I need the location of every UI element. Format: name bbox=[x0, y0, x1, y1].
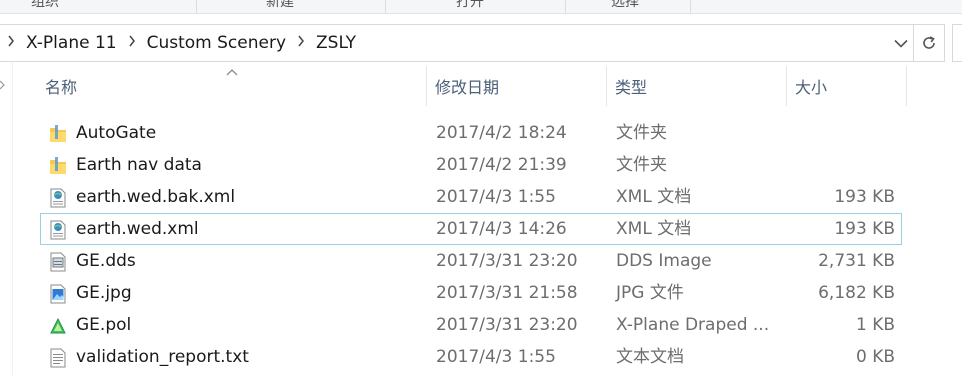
file-type: JPG 文件 bbox=[616, 283, 684, 303]
file-row[interactable]: earth.wed.bak.xml 2017/4/3 1:55 XML 文档 1… bbox=[40, 181, 902, 213]
file-name: GE.pol bbox=[76, 315, 132, 335]
breadcrumb-xplane[interactable]: X-Plane 11 bbox=[22, 33, 121, 53]
column-header-size[interactable]: 大小 bbox=[786, 66, 906, 108]
breadcrumb-zsly[interactable]: ZSLY bbox=[312, 33, 360, 53]
column-header-modified[interactable]: 修改日期 bbox=[426, 66, 606, 108]
file-row-selected[interactable]: earth.wed.xml 2017/4/3 14:26 XML 文档 193 … bbox=[40, 213, 902, 245]
column-header-name[interactable]: 名称 bbox=[36, 66, 426, 108]
jpg-image-icon bbox=[50, 284, 66, 304]
file-size: 1 KB bbox=[855, 315, 895, 335]
file-modified: 2017/4/3 14:26 bbox=[436, 219, 567, 239]
ribbon-group-organize: 组织 bbox=[31, 0, 59, 10]
file-name: AutoGate bbox=[76, 123, 157, 143]
chevron-right-icon[interactable] bbox=[0, 80, 6, 90]
ribbon-separator bbox=[690, 0, 691, 13]
file-name: validation_report.txt bbox=[76, 347, 249, 367]
file-row[interactable]: validation_report.txt 2017/4/3 1:55 文本文档… bbox=[40, 341, 902, 373]
file-row[interactable]: AutoGate 2017/4/2 18:24 文件夹 bbox=[40, 117, 902, 149]
file-name: Earth nav data bbox=[76, 155, 202, 175]
file-modified: 2017/4/2 21:39 bbox=[436, 155, 567, 175]
chevron-down-icon bbox=[894, 39, 908, 48]
file-modified: 2017/4/2 18:24 bbox=[436, 123, 567, 143]
ribbon-separator bbox=[196, 0, 197, 13]
address-history-dropdown[interactable] bbox=[889, 25, 913, 61]
navigation-pane[interactable] bbox=[0, 62, 13, 375]
file-modified: 2017/4/3 1:55 bbox=[436, 187, 556, 207]
file-row[interactable]: Earth nav data 2017/4/2 21:39 文件夹 bbox=[40, 149, 902, 181]
file-row[interactable]: GE.jpg 2017/3/31 21:58 JPG 文件 6,182 KB bbox=[40, 277, 902, 309]
file-row[interactable]: GE.dds 2017/3/31 23:20 DDS Image 2,731 K… bbox=[40, 245, 902, 277]
chevron-right-icon[interactable] bbox=[0, 35, 22, 51]
ribbon-group-select: 选择 bbox=[611, 0, 639, 10]
chevron-right-icon[interactable] bbox=[121, 35, 143, 51]
column-header-type[interactable]: 类型 bbox=[606, 66, 786, 108]
file-size: 6,182 KB bbox=[818, 283, 895, 303]
file-size: 193 KB bbox=[834, 219, 895, 239]
text-file-icon bbox=[50, 348, 66, 368]
file-modified: 2017/3/31 21:58 bbox=[436, 283, 578, 303]
ribbon-separator bbox=[565, 0, 566, 13]
breadcrumb-custom-scenery[interactable]: Custom Scenery bbox=[143, 33, 290, 53]
file-size: 2,731 KB bbox=[818, 251, 895, 271]
refresh-icon bbox=[923, 36, 935, 49]
column-divider[interactable] bbox=[906, 66, 907, 106]
file-type: 文本文档 bbox=[616, 347, 684, 367]
file-name: GE.jpg bbox=[76, 283, 132, 303]
file-type: 文件夹 bbox=[616, 155, 667, 175]
xml-file-icon bbox=[50, 220, 66, 240]
file-list: AutoGate 2017/4/2 18:24 文件夹 Earth nav da… bbox=[40, 117, 902, 373]
file-size: 0 KB bbox=[855, 347, 895, 367]
file-name: earth.wed.bak.xml bbox=[76, 187, 236, 207]
file-name: GE.dds bbox=[76, 251, 136, 271]
pol-file-icon bbox=[50, 317, 66, 334]
column-headers: 名称 修改日期 类型 大小 bbox=[36, 66, 908, 108]
dds-image-icon bbox=[50, 252, 66, 272]
address-bar[interactable]: X-Plane 11 Custom Scenery ZSLY bbox=[0, 24, 945, 62]
refresh-button[interactable] bbox=[913, 25, 944, 61]
file-type: DDS Image bbox=[616, 251, 712, 271]
ribbon-separator bbox=[385, 0, 386, 13]
file-modified: 2017/3/31 23:20 bbox=[436, 251, 578, 271]
ribbon-group-open: 打开 bbox=[456, 0, 484, 10]
file-type: 文件夹 bbox=[616, 123, 667, 143]
folder-icon bbox=[50, 157, 66, 174]
file-modified: 2017/3/31 23:20 bbox=[436, 315, 578, 335]
chevron-right-icon[interactable] bbox=[290, 35, 312, 51]
file-size: 193 KB bbox=[834, 187, 895, 207]
file-modified: 2017/4/3 1:55 bbox=[436, 347, 556, 367]
xml-file-icon bbox=[50, 188, 66, 208]
search-box[interactable] bbox=[952, 24, 962, 62]
ribbon-group-labels: 组织 新建 打开 选择 bbox=[0, 0, 962, 14]
file-type: X-Plane Draped ... bbox=[616, 315, 770, 335]
ribbon-group-new: 新建 bbox=[266, 0, 294, 10]
file-type: XML 文档 bbox=[616, 187, 692, 207]
file-name: earth.wed.xml bbox=[76, 219, 199, 239]
folder-icon bbox=[50, 125, 66, 142]
file-row[interactable]: GE.pol 2017/3/31 23:20 X-Plane Draped ..… bbox=[40, 309, 902, 341]
file-type: XML 文档 bbox=[616, 219, 692, 239]
